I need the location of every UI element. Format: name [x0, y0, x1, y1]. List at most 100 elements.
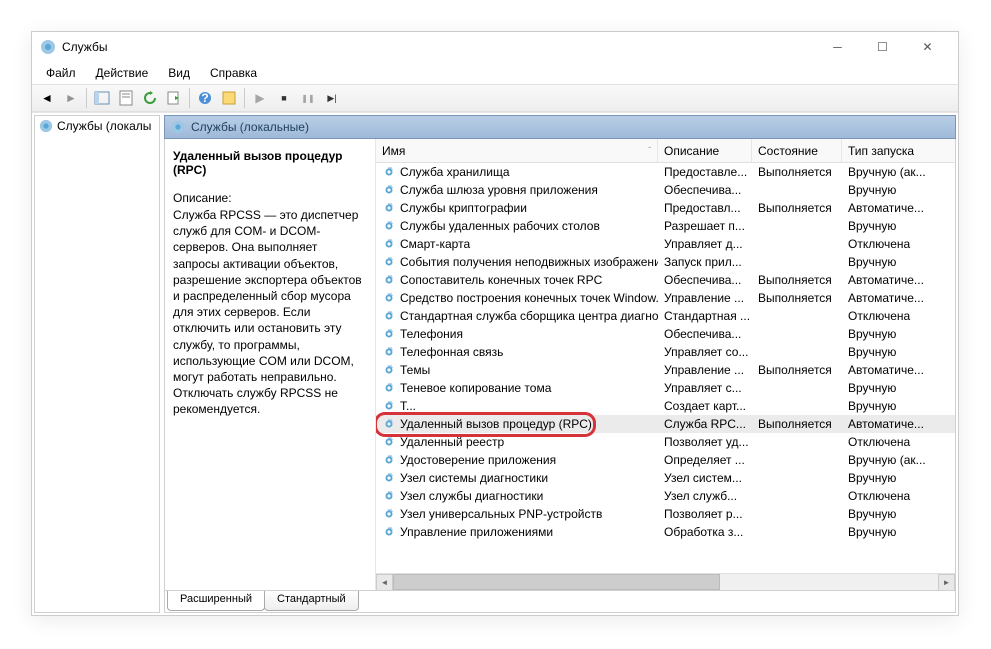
cell-state: [752, 405, 842, 407]
column-name[interactable]: Имяˆ: [376, 139, 658, 162]
horizontal-scrollbar[interactable]: ◄ ►: [376, 573, 955, 590]
properties-icon: [118, 90, 134, 106]
restart-button[interactable]: ▶|: [321, 87, 343, 109]
table-row[interactable]: Служба шлюза уровня приложенияОбеспечива…: [376, 181, 955, 199]
service-name-text: Телефония: [400, 327, 463, 341]
tab-extended[interactable]: Расширенный: [167, 591, 265, 611]
cell-start: Вручную (ак...: [842, 452, 938, 468]
menu-action[interactable]: Действие: [88, 64, 157, 82]
table-row[interactable]: Службы криптографииПредоставл...Выполняе…: [376, 199, 955, 217]
cell-desc: Запуск прил...: [658, 254, 752, 270]
list-body[interactable]: Служба хранилищаПредоставле...Выполняетс…: [376, 163, 955, 573]
cell-desc: Предоставле...: [658, 164, 752, 180]
cell-desc: Обеспечива...: [658, 182, 752, 198]
properties-button[interactable]: [115, 87, 137, 109]
book-button[interactable]: [218, 87, 240, 109]
export-icon: [166, 90, 182, 106]
table-row[interactable]: Т...Создает карт...Вручную: [376, 397, 955, 415]
scroll-track[interactable]: [393, 574, 938, 590]
table-row[interactable]: Стандартная служба сборщика центра диагн…: [376, 307, 955, 325]
menu-help[interactable]: Справка: [202, 64, 265, 82]
refresh-icon: [142, 90, 158, 106]
main-area: Службы (локалы Службы (локальные) Удален…: [32, 112, 958, 615]
stop-button[interactable]: ■: [273, 87, 295, 109]
cell-state: [752, 333, 842, 335]
separator: [189, 88, 190, 108]
cell-state: Выполняется: [752, 164, 842, 180]
table-row[interactable]: Средство построения конечных точек Windo…: [376, 289, 955, 307]
table-row[interactable]: Узел системы диагностикиУзел систем...Вр…: [376, 469, 955, 487]
column-state[interactable]: Состояние: [752, 139, 842, 162]
table-row[interactable]: Узел службы диагностикиУзел служб...Откл…: [376, 487, 955, 505]
service-name-text: Узел системы диагностики: [400, 471, 548, 485]
right-container: Службы (локальные) Удаленный вызов проце…: [164, 115, 956, 613]
tab-standard[interactable]: Стандартный: [264, 591, 359, 611]
cell-name: Телефония: [376, 326, 658, 342]
table-row[interactable]: Узел универсальных PNP-устройствПозволяе…: [376, 505, 955, 523]
menu-bar: Файл Действие Вид Справка: [32, 62, 958, 84]
scroll-right-button[interactable]: ►: [938, 574, 955, 590]
cell-start: Вручную: [842, 524, 938, 540]
refresh-button[interactable]: [139, 87, 161, 109]
cell-state: Выполняется: [752, 200, 842, 216]
table-row[interactable]: События получения неподвижных изображени…: [376, 253, 955, 271]
maximize-button[interactable]: ☐: [860, 32, 905, 62]
menu-view[interactable]: Вид: [160, 64, 198, 82]
cell-state: [752, 387, 842, 389]
minimize-button[interactable]: ─: [815, 32, 860, 62]
pause-button[interactable]: ❚❚: [297, 87, 319, 109]
stop-icon: ■: [281, 93, 286, 103]
table-row[interactable]: Службы удаленных рабочих столовРазрешает…: [376, 217, 955, 235]
table-row[interactable]: ТемыУправление ...ВыполняетсяАвтоматиче.…: [376, 361, 955, 379]
selected-service-name: Удаленный вызов процедур (RPC): [173, 149, 365, 177]
table-row[interactable]: Удаленный вызов процедур (RPC)Служба RPC…: [376, 415, 955, 433]
table-row[interactable]: Удостоверение приложенияОпределяет ...Вр…: [376, 451, 955, 469]
cell-start: Автоматиче...: [842, 416, 938, 432]
table-row[interactable]: Смарт-картаУправляет д...Отключена: [376, 235, 955, 253]
export-button[interactable]: [163, 87, 185, 109]
forward-button[interactable]: ►: [60, 87, 82, 109]
svg-text:?: ?: [201, 91, 208, 105]
cell-state: Выполняется: [752, 416, 842, 432]
table-row[interactable]: Теневое копирование томаУправляет с...Вр…: [376, 379, 955, 397]
back-button[interactable]: ◄: [36, 87, 58, 109]
column-description[interactable]: Описание: [658, 139, 752, 162]
table-row[interactable]: Управление приложениямиОбработка з...Вру…: [376, 523, 955, 541]
service-name-text: Служба хранилища: [400, 165, 510, 179]
close-button[interactable]: ✕: [905, 32, 950, 62]
gear-icon: [382, 273, 396, 287]
view-tabs: Расширенный Стандартный: [164, 591, 956, 613]
table-row[interactable]: Телефонная связьУправляет со...Вручную: [376, 343, 955, 361]
back-icon: ◄: [41, 91, 53, 105]
column-startup[interactable]: Тип запуска: [842, 139, 938, 162]
scroll-thumb[interactable]: [393, 574, 720, 590]
sort-indicator-icon: ˆ: [648, 146, 651, 155]
cell-name: Служба шлюза уровня приложения: [376, 182, 658, 198]
services-list[interactable]: Имяˆ Описание Состояние Тип запуска Служ…: [375, 139, 955, 590]
cell-start: Отключена: [842, 308, 938, 324]
help-button[interactable]: ?: [194, 87, 216, 109]
description-body: Служба RPCSS — это диспетчер служб для C…: [173, 207, 365, 417]
cell-start: Автоматиче...: [842, 362, 938, 378]
cell-start: Вручную: [842, 254, 938, 270]
gear-icon: [39, 119, 53, 133]
cell-desc: Стандартная ...: [658, 308, 752, 324]
scroll-left-button[interactable]: ◄: [376, 574, 393, 590]
cell-start: Вручную: [842, 470, 938, 486]
window-title: Службы: [62, 40, 815, 54]
show-hide-tree-button[interactable]: [91, 87, 113, 109]
table-row[interactable]: Удаленный реестрПозволяет уд...Отключена: [376, 433, 955, 451]
title-bar[interactable]: Службы ─ ☐ ✕: [32, 32, 958, 62]
table-row[interactable]: Сопоставитель конечных точек RPCОбеспечи…: [376, 271, 955, 289]
start-button[interactable]: ▶: [249, 87, 271, 109]
tree-pane[interactable]: Службы (локалы: [34, 115, 160, 613]
tree-node-services[interactable]: Службы (локалы: [35, 116, 159, 136]
cell-name: Узел универсальных PNP-устройств: [376, 506, 658, 522]
service-name-text: Смарт-карта: [400, 237, 470, 251]
play-icon: ▶: [255, 91, 264, 105]
table-row[interactable]: ТелефонияОбеспечива...Вручную: [376, 325, 955, 343]
cell-start: Вручную: [842, 218, 938, 234]
table-row[interactable]: Служба хранилища Предоставле...Выполняетс…: [376, 163, 955, 181]
menu-file[interactable]: Файл: [38, 64, 84, 82]
cell-desc: Предоставл...: [658, 200, 752, 216]
